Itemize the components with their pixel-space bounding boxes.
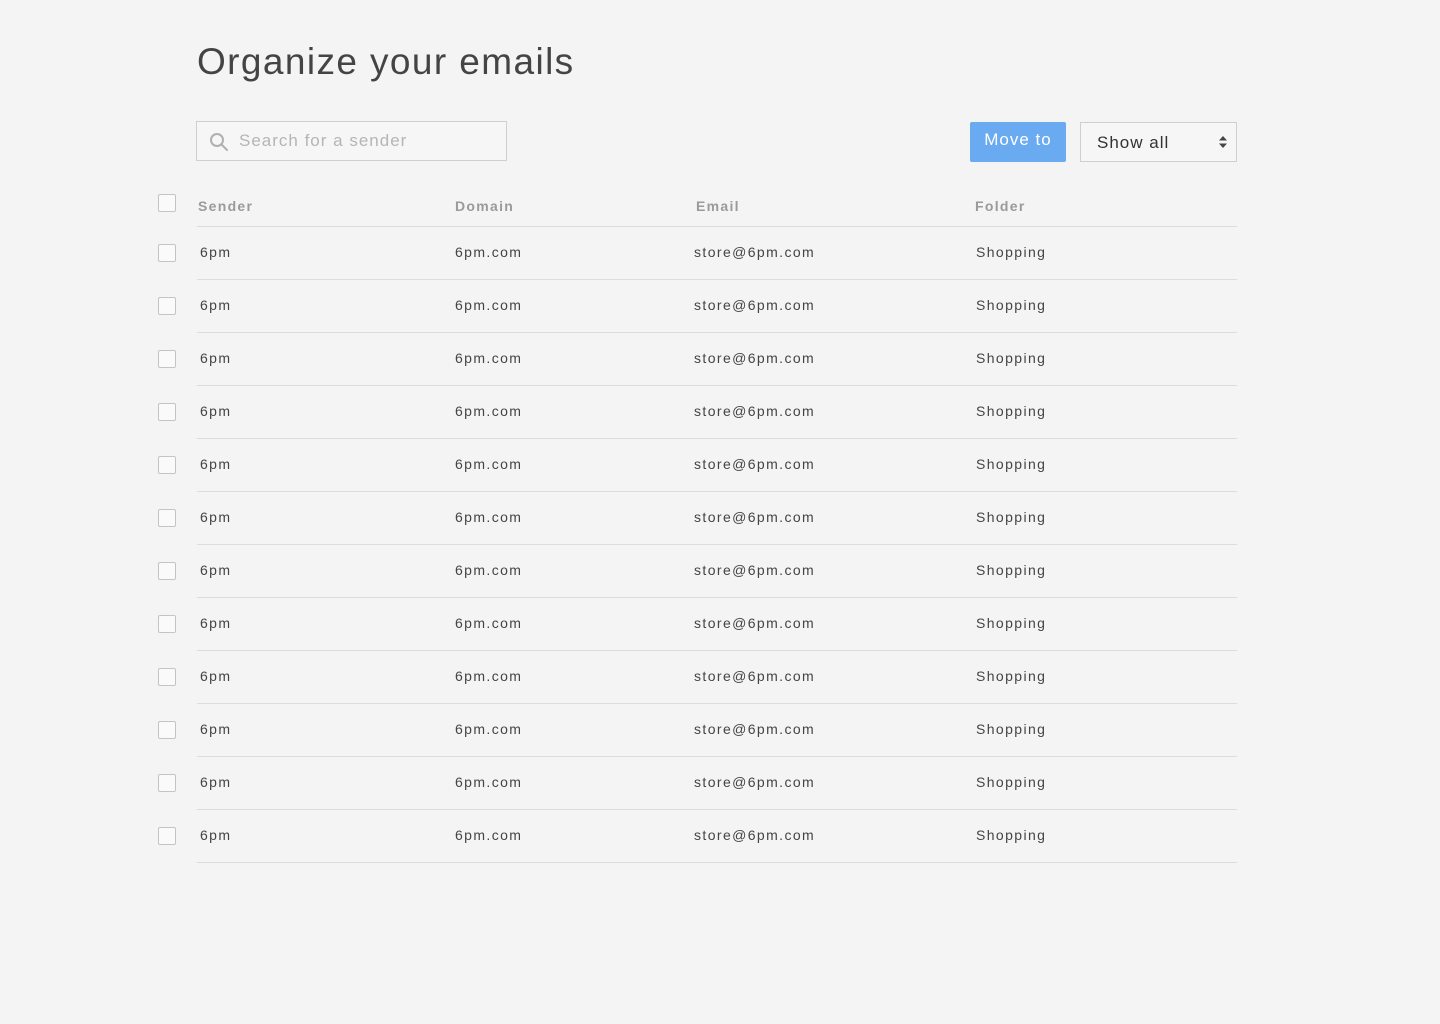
row-checkbox[interactable] (158, 562, 176, 580)
email-cell: store@6pm.com (694, 615, 816, 631)
sender-cell: 6pm (200, 403, 232, 419)
column-header-sender: Sender (198, 198, 254, 214)
row-checkbox[interactable] (158, 615, 176, 633)
domain-cell: 6pm.com (455, 774, 523, 790)
folder-cell: Shopping (976, 297, 1047, 313)
domain-cell: 6pm.com (455, 509, 523, 525)
row-checkbox[interactable] (158, 721, 176, 739)
domain-cell: 6pm.com (455, 668, 523, 684)
sender-cell: 6pm (200, 509, 232, 525)
folder-cell: Shopping (976, 350, 1047, 366)
row-divider (197, 809, 1237, 810)
folder-cell: Shopping (976, 827, 1047, 843)
domain-cell: 6pm.com (455, 615, 523, 631)
row-divider (197, 438, 1237, 439)
domain-cell: 6pm.com (455, 297, 523, 313)
folder-cell: Shopping (976, 615, 1047, 631)
row-divider (197, 279, 1237, 280)
row-checkbox[interactable] (158, 297, 176, 315)
row-checkbox[interactable] (158, 244, 176, 262)
column-header-domain: Domain (455, 198, 515, 214)
email-cell: store@6pm.com (694, 827, 816, 843)
sender-cell: 6pm (200, 827, 232, 843)
sender-cell: 6pm (200, 456, 232, 472)
sender-cell: 6pm (200, 615, 232, 631)
domain-cell: 6pm.com (455, 562, 523, 578)
folder-cell: Shopping (976, 721, 1047, 737)
email-cell: store@6pm.com (694, 774, 816, 790)
row-divider (197, 385, 1237, 386)
row-checkbox[interactable] (158, 456, 176, 474)
email-cell: store@6pm.com (694, 668, 816, 684)
folder-cell: Shopping (976, 403, 1047, 419)
row-divider (197, 491, 1237, 492)
folder-cell: Shopping (976, 509, 1047, 525)
email-cell: store@6pm.com (694, 403, 816, 419)
row-divider (197, 597, 1237, 598)
row-checkbox[interactable] (158, 509, 176, 527)
domain-cell: 6pm.com (455, 721, 523, 737)
sender-cell: 6pm (200, 244, 232, 260)
domain-cell: 6pm.com (455, 244, 523, 260)
show-filter-value: Show all (1097, 133, 1170, 152)
move-to-button[interactable]: Move to (970, 122, 1066, 162)
search-box[interactable] (196, 121, 507, 161)
email-cell: store@6pm.com (694, 297, 816, 313)
row-checkbox[interactable] (158, 350, 176, 368)
row-divider (197, 332, 1237, 333)
row-checkbox[interactable] (158, 403, 176, 421)
row-checkbox[interactable] (158, 774, 176, 792)
row-checkbox[interactable] (158, 668, 176, 686)
folder-cell: Shopping (976, 562, 1047, 578)
domain-cell: 6pm.com (455, 350, 523, 366)
email-cell: store@6pm.com (694, 562, 816, 578)
email-cell: store@6pm.com (694, 721, 816, 737)
domain-cell: 6pm.com (455, 827, 523, 843)
email-cell: store@6pm.com (694, 509, 816, 525)
folder-cell: Shopping (976, 774, 1047, 790)
row-checkbox[interactable] (158, 827, 176, 845)
folder-cell: Shopping (976, 668, 1047, 684)
column-header-email: Email (696, 198, 740, 214)
row-divider (197, 862, 1237, 863)
email-cell: store@6pm.com (694, 456, 816, 472)
folder-cell: Shopping (976, 244, 1047, 260)
email-cell: store@6pm.com (694, 350, 816, 366)
select-all-checkbox[interactable] (158, 194, 176, 212)
email-cell: store@6pm.com (694, 244, 816, 260)
row-divider (197, 650, 1237, 651)
email-organizer-page: Organize your emails Move to Show all Se… (0, 0, 1440, 1024)
sender-cell: 6pm (200, 562, 232, 578)
search-input[interactable] (239, 122, 499, 160)
sender-cell: 6pm (200, 721, 232, 737)
row-divider (197, 703, 1237, 704)
column-header-folder: Folder (975, 198, 1026, 214)
show-filter-select[interactable]: Show all (1080, 122, 1237, 162)
row-divider (197, 756, 1237, 757)
page-title: Organize your emails (197, 41, 575, 82)
sender-cell: 6pm (200, 774, 232, 790)
row-divider (197, 544, 1237, 545)
domain-cell: 6pm.com (455, 403, 523, 419)
sort-arrows-icon (1219, 136, 1227, 148)
domain-cell: 6pm.com (455, 456, 523, 472)
search-icon (210, 133, 228, 151)
sender-cell: 6pm (200, 350, 232, 366)
header-divider (197, 226, 1237, 227)
sender-cell: 6pm (200, 668, 232, 684)
sender-cell: 6pm (200, 297, 232, 313)
folder-cell: Shopping (976, 456, 1047, 472)
